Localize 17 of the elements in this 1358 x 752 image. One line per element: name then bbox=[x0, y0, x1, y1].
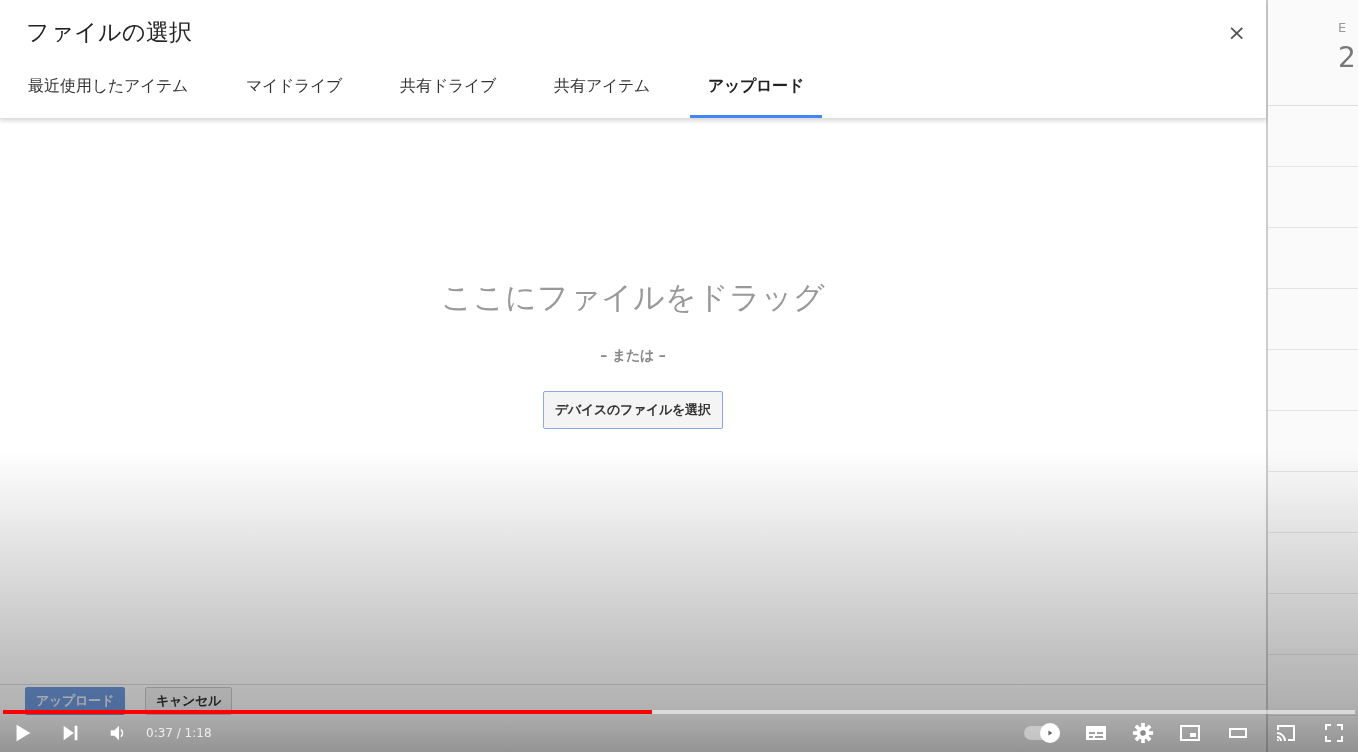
tab[interactable]: 最近使用したアイテム bbox=[10, 64, 206, 118]
close-button[interactable]: × bbox=[1223, 19, 1250, 45]
tab[interactable]: アップロード bbox=[690, 64, 822, 118]
fullscreen-icon[interactable] bbox=[1322, 721, 1346, 745]
or-separator: – または – bbox=[600, 347, 666, 365]
drop-hint: ここにファイルをドラッグ bbox=[441, 278, 825, 317]
column-label: E bbox=[1338, 20, 1347, 35]
dialog-title: ファイルの選択 bbox=[26, 17, 192, 47]
time-display: 0:37 / 1:18 bbox=[146, 726, 212, 740]
column-value: 2 bbox=[1338, 41, 1356, 74]
play-icon bbox=[1046, 729, 1054, 737]
tab[interactable]: 共有アイテム bbox=[536, 64, 668, 118]
tab[interactable]: 共有ドライブ bbox=[382, 64, 514, 118]
select-file-button[interactable]: デバイスのファイルを選択 bbox=[543, 391, 723, 429]
autoplay-toggle[interactable] bbox=[1024, 726, 1060, 740]
progress-bar[interactable] bbox=[3, 710, 1355, 714]
tab[interactable]: マイドライブ bbox=[228, 64, 360, 118]
